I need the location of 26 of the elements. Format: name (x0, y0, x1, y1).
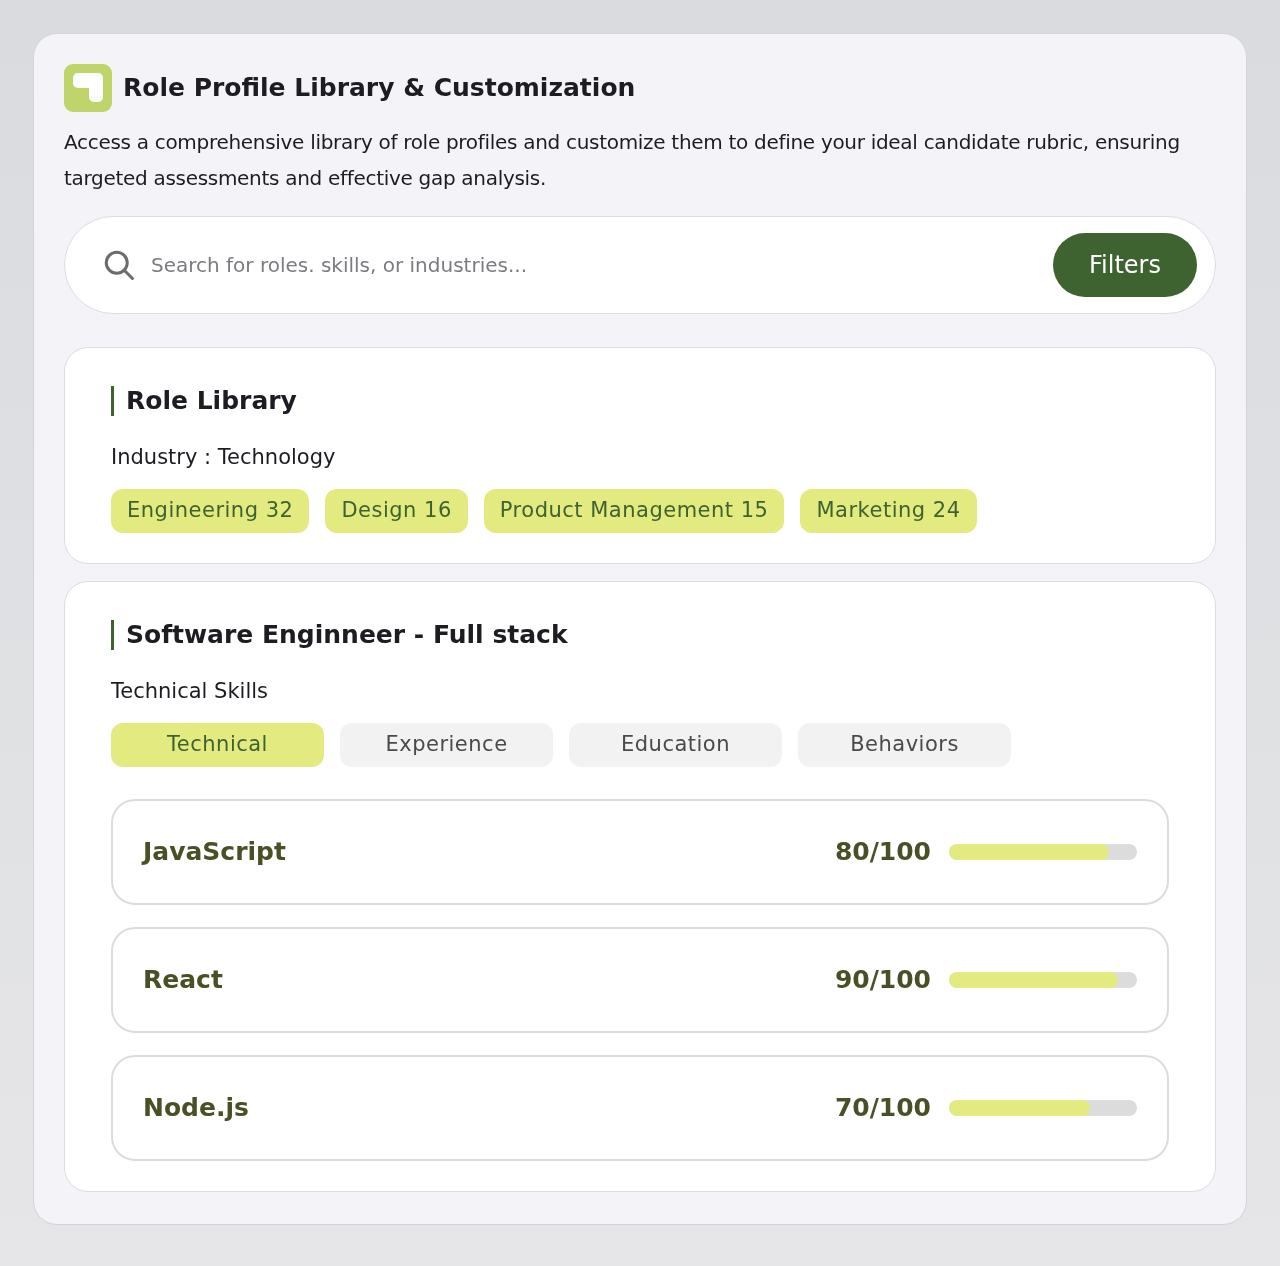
skill-tab[interactable]: Experience (340, 723, 553, 767)
logo-icon (64, 64, 112, 112)
skill-score: 90/100 (834, 964, 931, 997)
category-chip[interactable]: Design 16 (325, 489, 468, 533)
skill-tab[interactable]: Education (569, 723, 782, 767)
search-bar[interactable]: Search for roles. skills, or industries... Filters (64, 216, 1216, 314)
skill-score: 70/100 (834, 1092, 931, 1125)
accent-bar (111, 385, 114, 416)
page-description: Access a comprehensive library of role profiles and customize them to define your ideal candidate rubric, ensuring targeted assessments and effective gap analysis. (64, 129, 1181, 192)
skill-name: Node.js (143, 1092, 250, 1125)
category-chip[interactable]: Marketing 24 (800, 489, 977, 533)
skill-tab[interactable]: Technical (111, 723, 324, 767)
skills-subtitle: Technical Skills (111, 677, 270, 705)
category-chip[interactable]: Product Management 15 (483, 489, 785, 533)
page-title: Role Profile Library & Customization (123, 72, 636, 105)
category-chip[interactable]: Engineering 32 (111, 489, 310, 533)
industry-label: Industry : Technology (111, 443, 337, 471)
accent-bar (111, 619, 114, 650)
skill-name: JavaScript (143, 836, 287, 869)
search-input[interactable]: Search for roles. skills, or industries... (151, 250, 1054, 280)
section-title: Role Library (126, 385, 297, 417)
skill-score: 80/100 (834, 836, 931, 869)
skill-tab[interactable]: Behaviors (798, 723, 1011, 767)
skill-name: React (143, 964, 224, 997)
filters-button[interactable]: Filters (1053, 233, 1197, 297)
section-title: Software Enginneer - Full stack (126, 619, 568, 651)
